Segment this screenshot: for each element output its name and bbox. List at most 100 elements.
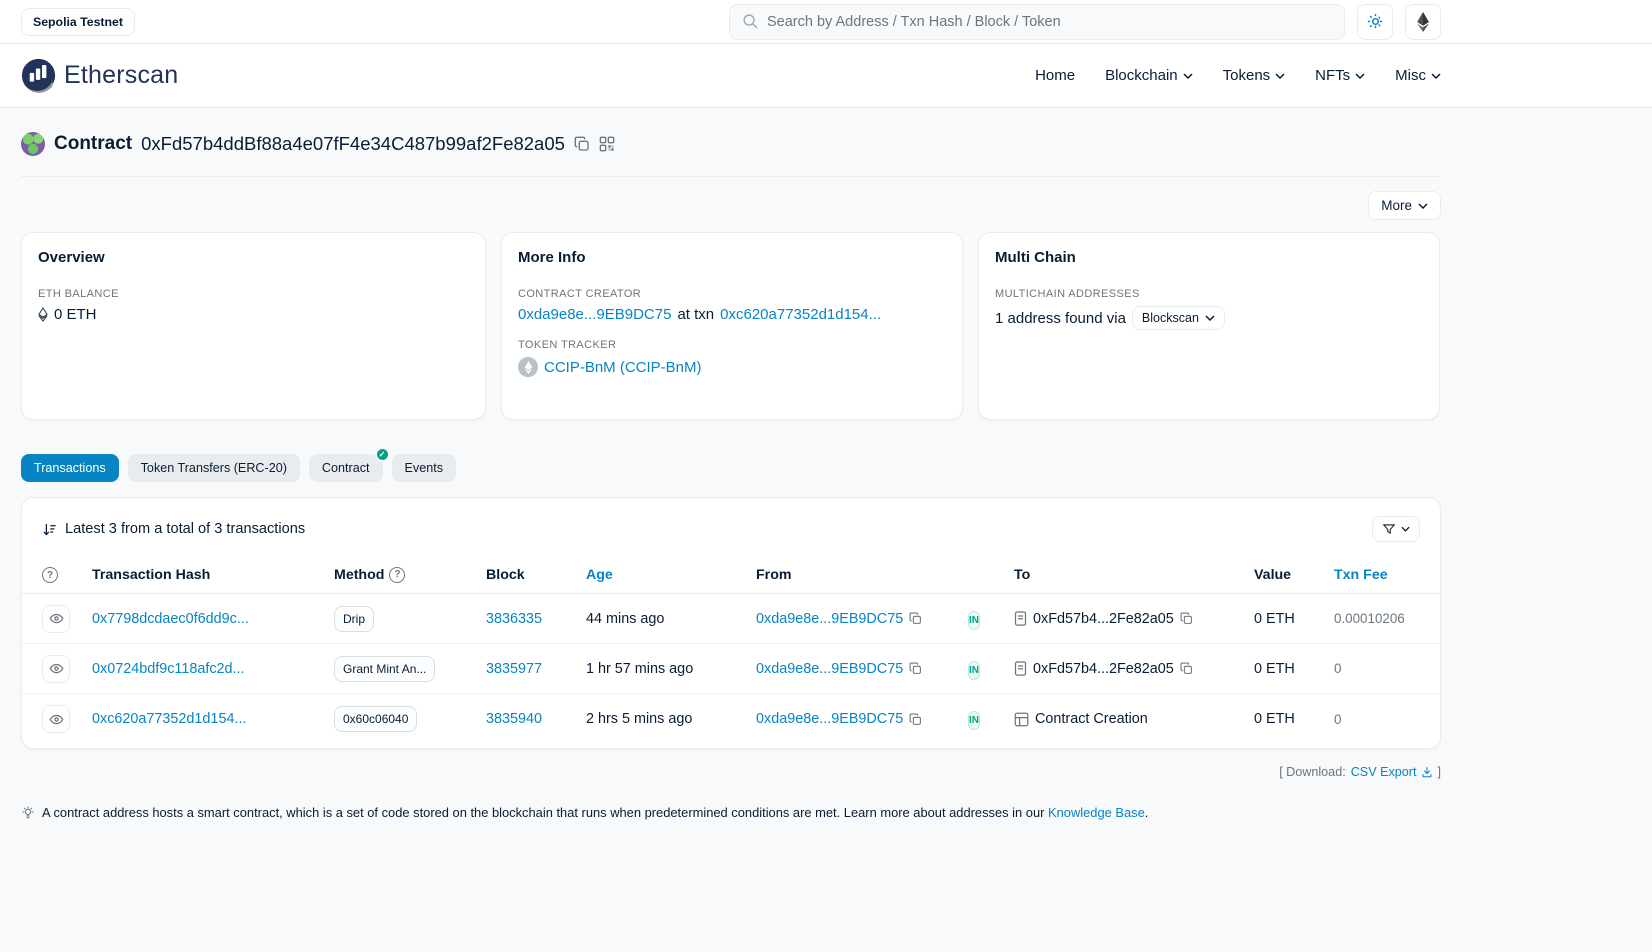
token-tracker-link[interactable]: CCIP-BnM (CCIP-BnM) — [544, 359, 702, 376]
token-logo-icon — [518, 357, 538, 377]
brand-name: Etherscan — [64, 61, 178, 90]
download-icon — [1421, 766, 1433, 778]
eth-balance-label: ETH BALANCE — [38, 288, 469, 300]
from-address-link[interactable]: 0xda9e8e...9EB9DC75 — [756, 711, 903, 727]
txn-fee-cell: 0 — [1334, 661, 1420, 676]
multichain-addresses-label: MULTICHAIN ADDRESSES — [995, 288, 1423, 300]
verified-check-icon: ✓ — [375, 447, 390, 462]
copy-icon[interactable] — [1180, 662, 1193, 675]
from-address-link[interactable]: 0xda9e8e...9EB9DC75 — [756, 661, 903, 677]
multichain-provider-select[interactable]: Blockscan — [1132, 306, 1225, 330]
tx-preview-button[interactable] — [42, 655, 70, 683]
tx-hash-link[interactable]: 0xc620a77352d1d154... — [92, 711, 246, 727]
col-age-toggle[interactable]: Age — [586, 567, 756, 583]
main-nav: Home Blockchain Tokens NFTs Misc — [1035, 67, 1441, 84]
copy-address-icon[interactable] — [574, 136, 590, 152]
chevron-down-icon — [1275, 73, 1285, 79]
section-tabs: Transactions Token Transfers (ERC-20) Co… — [21, 454, 1441, 482]
download-suffix: ] — [1438, 765, 1442, 779]
search-input[interactable] — [767, 14, 1332, 30]
description-text: A contract address hosts a smart contrac… — [42, 805, 1044, 820]
copy-icon[interactable] — [1180, 612, 1193, 625]
nav-home[interactable]: Home — [1035, 67, 1075, 84]
col-value: Value — [1254, 567, 1334, 583]
chevron-down-icon — [1183, 73, 1193, 79]
to-address[interactable]: 0xFd57b4...2Fe82a05 — [1033, 661, 1174, 677]
nav-misc[interactable]: Misc — [1395, 67, 1441, 84]
direction-badge: IN — [968, 661, 980, 680]
chevron-down-icon — [1355, 73, 1365, 79]
eth-glyph-icon — [38, 307, 48, 322]
block-link[interactable]: 3836335 — [486, 611, 542, 627]
more-info-card: More Info CONTRACT CREATOR 0xda9e8e...9E… — [501, 232, 963, 420]
tab-events[interactable]: Events — [392, 454, 457, 482]
method-badge[interactable]: Grant Mint An... — [334, 656, 435, 682]
age-cell: 44 mins ago — [586, 611, 756, 627]
from-address-link[interactable]: 0xda9e8e...9EB9DC75 — [756, 611, 903, 627]
tx-hash-link[interactable]: 0x7798dcdaec0f6dd9c... — [92, 611, 249, 627]
etherscan-logo[interactable]: Etherscan — [21, 58, 178, 93]
tab-contract[interactable]: Contract ✓ — [309, 454, 383, 482]
creation-txn-link[interactable]: 0xc620a77352d1d154... — [720, 306, 881, 323]
age-cell: 1 hr 57 mins ago — [586, 661, 756, 677]
copy-icon[interactable] — [909, 713, 922, 726]
tx-preview-button[interactable] — [42, 605, 70, 633]
method-help-icon[interactable]: ? — [389, 567, 405, 583]
tab-transactions[interactable]: Transactions — [21, 454, 119, 482]
network-badge[interactable]: Sepolia Testnet — [21, 8, 135, 36]
nav-blockchain[interactable]: Blockchain — [1105, 67, 1193, 84]
value-cell: 0 ETH — [1254, 611, 1334, 627]
contract-description: A contract address hosts a smart contrac… — [21, 805, 1441, 880]
multichain-title: Multi Chain — [995, 249, 1423, 266]
etherscan-logo-icon — [21, 58, 56, 93]
copy-icon[interactable] — [909, 662, 922, 675]
contract-file-icon — [1014, 661, 1027, 676]
tx-preview-button[interactable] — [42, 705, 70, 733]
creator-address-link[interactable]: 0xda9e8e...9EB9DC75 — [518, 306, 671, 323]
more-dropdown-button[interactable]: More — [1368, 191, 1441, 220]
sun-icon — [1367, 13, 1384, 30]
nav-tokens[interactable]: Tokens — [1223, 67, 1286, 84]
to-address[interactable]: 0xFd57b4...2Fe82a05 — [1033, 611, 1174, 627]
qr-code-icon[interactable] — [599, 136, 615, 152]
tab-token-transfers[interactable]: Token Transfers (ERC-20) — [128, 454, 300, 482]
help-icon[interactable]: ? — [42, 567, 58, 583]
table-row: 0xc620a77352d1d154... 0x60c06040 3835940… — [22, 694, 1440, 744]
block-link[interactable]: 3835977 — [486, 661, 542, 677]
multichain-found-text: 1 address found via — [995, 310, 1126, 327]
col-txn-fee-toggle[interactable]: Txn Fee — [1334, 567, 1420, 583]
theme-toggle-button[interactable] — [1357, 4, 1393, 40]
method-badge[interactable]: Drip — [334, 606, 374, 632]
transactions-summary: Latest 3 from a total of 3 transactions — [42, 521, 305, 537]
filter-button[interactable] — [1372, 516, 1420, 542]
tx-hash-link[interactable]: 0x0724bdf9c118afc2d... — [92, 661, 245, 677]
entity-type-label: Contract — [54, 133, 132, 155]
address-avatar — [21, 132, 45, 156]
chevron-down-icon — [1205, 315, 1215, 321]
col-transaction-hash: Transaction Hash — [92, 567, 334, 583]
creator-connector-text: at txn — [677, 306, 714, 323]
download-row: [ Download: CSV Export ] — [21, 765, 1441, 779]
sort-descending-icon — [42, 522, 57, 537]
multichain-card: Multi Chain MULTICHAIN ADDRESSES 1 addre… — [978, 232, 1440, 420]
table-row: 0x7798dcdaec0f6dd9c... Drip 3836335 44 m… — [22, 594, 1440, 644]
to-address: Contract Creation — [1035, 711, 1148, 727]
search-bar[interactable] — [729, 4, 1345, 40]
network-switch-button[interactable] — [1405, 4, 1441, 40]
method-badge[interactable]: 0x60c06040 — [334, 706, 417, 732]
col-block: Block — [486, 567, 586, 583]
knowledge-base-link[interactable]: Knowledge Base — [1048, 805, 1145, 820]
table-row: 0x0724bdf9c118afc2d... Grant Mint An... … — [22, 644, 1440, 694]
contract-address: 0xFd57b4ddBf88a4e07fF4e34C487b99af2Fe82a… — [141, 133, 565, 155]
table-header-row: ? Transaction Hash Method? Block Age Fro… — [22, 556, 1440, 594]
csv-export-link[interactable]: CSV Export — [1351, 765, 1433, 779]
title-divider — [21, 176, 1441, 177]
download-prefix: [ Download: — [1279, 765, 1346, 779]
contract-file-icon — [1014, 611, 1027, 626]
block-link[interactable]: 3835940 — [486, 711, 542, 727]
txn-fee-cell: 0 — [1334, 712, 1420, 727]
nav-nfts[interactable]: NFTs — [1315, 67, 1365, 84]
copy-icon[interactable] — [909, 612, 922, 625]
col-method: Method — [334, 567, 384, 583]
site-header: Etherscan Home Blockchain Tokens NFTs Mi… — [0, 44, 1652, 108]
